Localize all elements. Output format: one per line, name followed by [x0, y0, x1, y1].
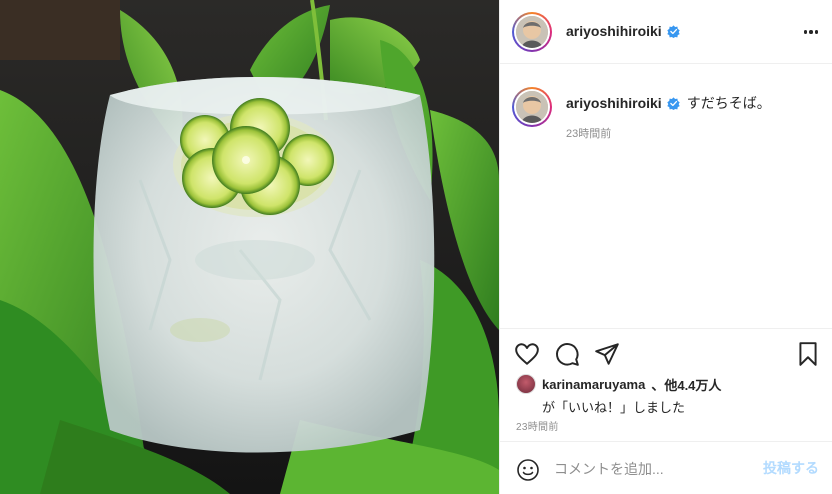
- header-username[interactable]: ariyoshihiroiki: [566, 23, 680, 39]
- comment-icon[interactable]: [554, 341, 580, 367]
- likes-summary: karinamaruyama 、他4.4万人 が「いいね！」しました: [516, 374, 826, 416]
- caption-username[interactable]: ariyoshihiroiki: [566, 95, 662, 111]
- post-detail-panel: ariyoshihiroiki ariyoshihiroiki すだちそば。 2…: [499, 0, 832, 494]
- comment-input[interactable]: [554, 457, 744, 481]
- bookmark-icon[interactable]: [795, 341, 821, 367]
- caption-timestamp: 23時間前: [566, 128, 612, 140]
- verified-badge-icon: [667, 24, 680, 38]
- verified-badge-icon: [667, 96, 680, 110]
- likes-suffix: が「いいね！」しました: [542, 400, 686, 415]
- smiley-icon[interactable]: [516, 458, 540, 482]
- caption-avatar[interactable]: [512, 87, 552, 127]
- post-header: ariyoshihiroiki: [500, 0, 832, 64]
- post-comment-button[interactable]: 投稿する: [763, 458, 819, 478]
- header-username-text[interactable]: ariyoshihiroiki: [566, 23, 662, 39]
- action-bar: [500, 328, 832, 376]
- first-liker[interactable]: karinamaruyama: [542, 377, 645, 392]
- more-options-icon[interactable]: [801, 22, 821, 42]
- avatar-image: [516, 16, 548, 48]
- likes-others-count[interactable]: 、他4.4万人: [651, 375, 721, 394]
- photo-image: [0, 0, 499, 494]
- post-photo[interactable]: [0, 0, 499, 494]
- caption-line: ariyoshihiroiki すだちそば。: [566, 93, 771, 113]
- paper-plane-icon[interactable]: [594, 341, 620, 367]
- post-timestamp[interactable]: 23時間前: [516, 418, 559, 433]
- post-caption: ariyoshihiroiki すだちそば。 23時間前: [500, 64, 832, 328]
- avatar[interactable]: [512, 12, 552, 52]
- caption-avatar-image: [516, 91, 548, 123]
- liker-avatar[interactable]: [516, 374, 536, 394]
- comment-bar: 投稿する: [500, 441, 832, 494]
- caption-text: すだちそば。: [686, 95, 771, 111]
- heart-icon[interactable]: [514, 341, 540, 367]
